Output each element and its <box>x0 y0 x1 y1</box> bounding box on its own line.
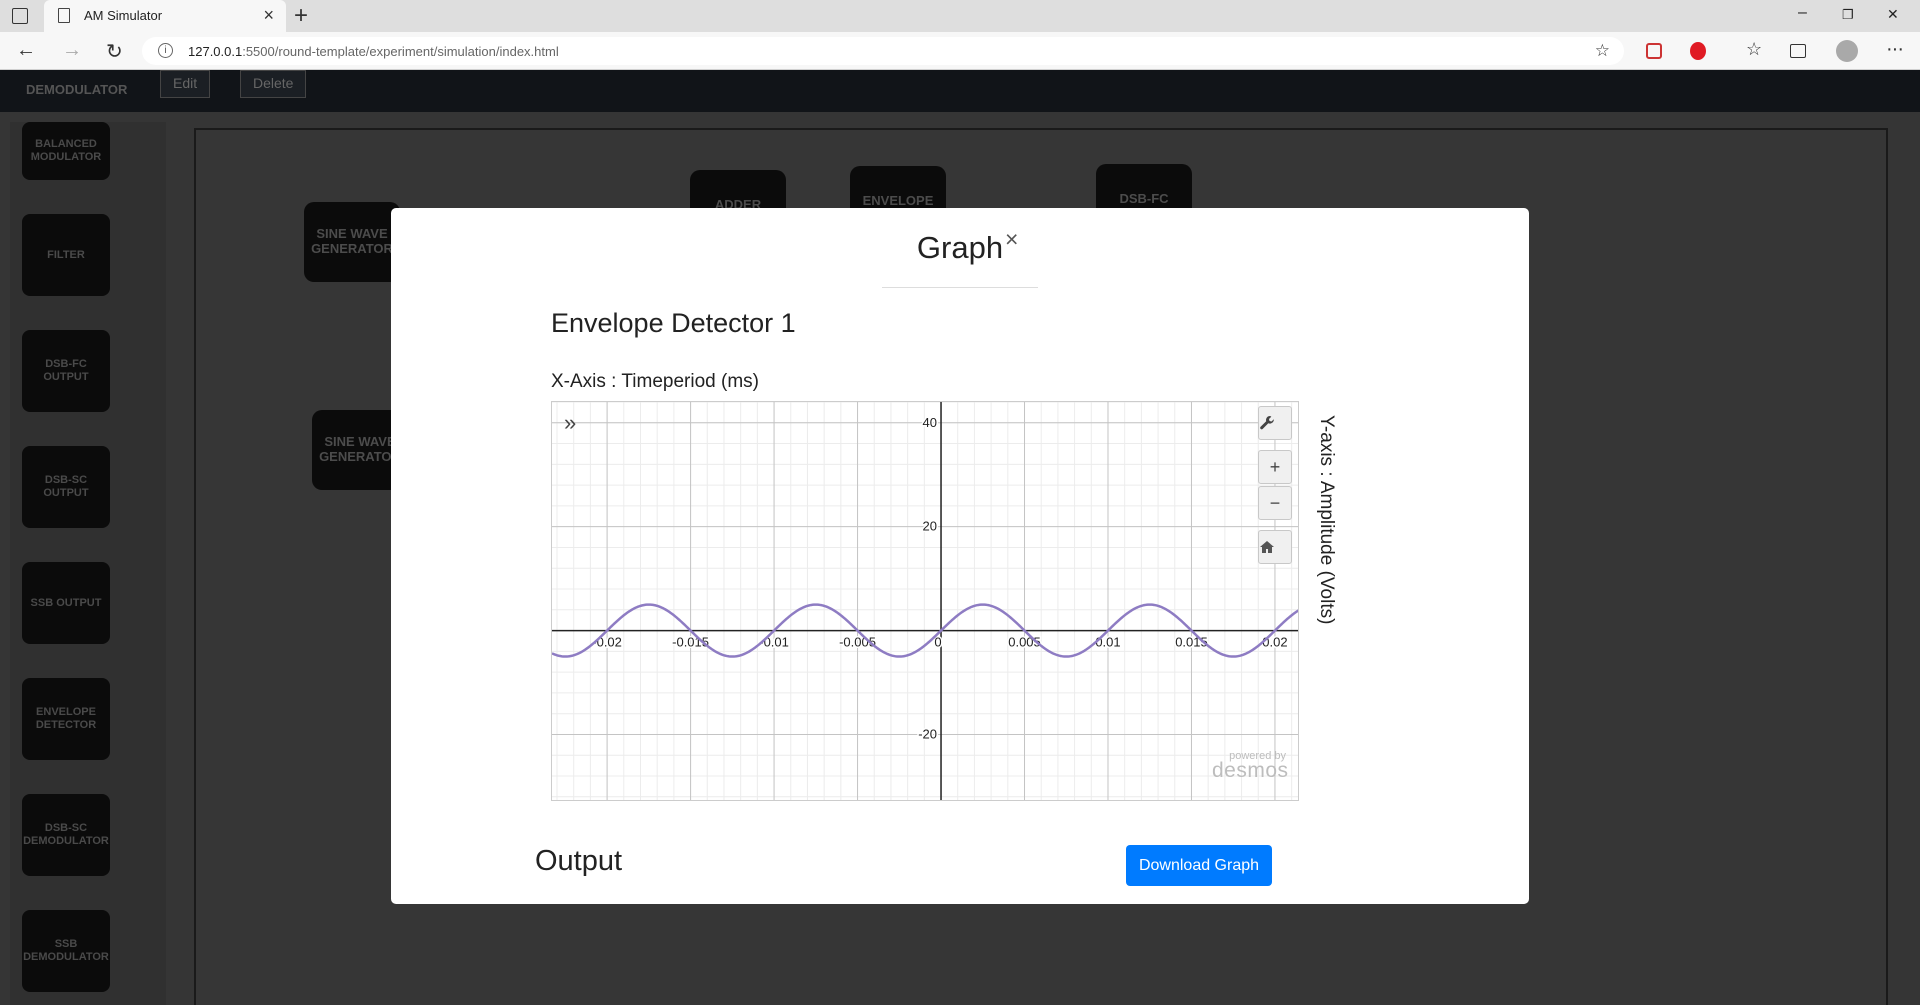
modal-close-button[interactable]: × <box>1005 226 1018 253</box>
zoom-in-button[interactable]: + <box>1258 450 1292 484</box>
x-tick-label: 0.01 <box>1095 635 1120 650</box>
extension-icon[interactable] <box>1646 43 1662 59</box>
app-logo: DEMODULATOR <box>26 82 128 97</box>
app-header: DEMODULATOR Edit Delete <box>0 70 1920 112</box>
sidebar-item-ssb-demodulator[interactable]: SSB DEMODULATOR <box>22 910 110 992</box>
sidebar-item-envelope-detector[interactable]: ENVELOPE DETECTOR <box>22 678 110 760</box>
y-tick-label: 40 <box>923 415 937 430</box>
sidebar-item-dsb-sc-demodulator[interactable]: DSB-SC DEMODULATOR <box>22 794 110 876</box>
url-text: 127.0.0.1:5500/round-template/experiment… <box>188 44 559 59</box>
sidebar-item-dsb-fc-output[interactable]: DSB-FC OUTPUT <box>22 330 110 412</box>
desmos-graph[interactable]: -0.02 -0.015 -0.01 -0.005 0 0.005 0.01 0.015 0.0… <box>551 401 1299 801</box>
download-graph-button[interactable]: Download Graph <box>1126 845 1272 886</box>
tab-close-icon[interactable]: × <box>263 5 274 26</box>
collections-icon[interactable] <box>1790 44 1806 58</box>
site-info-icon[interactable]: i <box>158 43 173 58</box>
minimize-icon[interactable]: – <box>1798 4 1807 22</box>
sidebar-item-balanced-modulator[interactable]: BALANCED MODULATOR <box>22 122 110 180</box>
graph-modal: Graph × Envelope Detector 1 X-Axis : Tim… <box>391 208 1529 904</box>
zoom-out-button[interactable]: − <box>1258 486 1292 520</box>
component-sidebar: BALANCED MODULATOR FILTER DSB-FC OUTPUT … <box>10 122 166 1005</box>
modal-title: Graph <box>916 230 1004 265</box>
opera-icon[interactable] <box>1690 42 1706 60</box>
more-menu-icon[interactable]: ··· <box>1886 38 1904 61</box>
title-divider <box>882 287 1038 288</box>
y-axis-label: Y-axis : Amplitude (Volts) <box>1316 415 1337 625</box>
address-toolbar: ← → ↻ i 127.0.0.1:5500/round-template/ex… <box>0 32 1920 70</box>
tab-title: AM Simulator <box>84 8 163 23</box>
x-tick-label: 0.02 <box>1262 635 1287 650</box>
node-sine-wave-generator-1[interactable]: SINE WAVE GENERATOR <box>304 202 400 282</box>
back-icon[interactable]: ← <box>16 39 36 62</box>
new-tab-button[interactable]: + <box>294 2 308 30</box>
wrench-icon[interactable] <box>1258 406 1292 440</box>
favorites-icon[interactable]: ☆ <box>1746 39 1762 60</box>
forward-icon[interactable]: → <box>62 39 82 62</box>
page-icon <box>58 8 70 23</box>
delete-button[interactable]: Delete <box>240 70 307 98</box>
edit-button[interactable]: Edit <box>160 70 211 98</box>
url-field[interactable]: i 127.0.0.1:5500/round-template/experime… <box>142 37 1624 65</box>
window-close-icon[interactable]: ✕ <box>1887 6 1899 23</box>
reload-icon[interactable]: ↻ <box>106 39 123 64</box>
expand-expressions-icon[interactable]: » <box>564 410 576 436</box>
graph-name: Envelope Detector 1 <box>551 308 796 338</box>
tab-actions-icon[interactable] <box>12 8 28 24</box>
favorite-star-icon[interactable]: ☆ <box>1595 41 1610 61</box>
sidebar-item-filter[interactable]: FILTER <box>22 214 110 296</box>
profile-avatar[interactable] <box>1836 40 1858 62</box>
y-tick-label: 20 <box>923 519 937 534</box>
home-icon[interactable] <box>1258 530 1292 564</box>
output-heading: Output <box>535 845 623 877</box>
browser-tab[interactable]: AM Simulator × <box>44 0 286 32</box>
sidebar-item-ssb-output[interactable]: SSB OUTPUT <box>22 562 110 644</box>
sidebar-item-dsb-sc-output[interactable]: DSB-SC OUTPUT <box>22 446 110 528</box>
restore-icon[interactable]: ❐ <box>1842 7 1854 23</box>
x-axis-label: X-Axis : Timeperiod (ms) <box>551 371 759 392</box>
plot-area[interactable]: -0.02 -0.015 -0.01 -0.005 0 0.005 0.01 0.015 0.0… <box>552 402 1299 801</box>
desmos-watermark: powered by desmos <box>1212 750 1289 782</box>
y-tick-label: -20 <box>918 726 937 741</box>
browser-tab-bar: AM Simulator × + – ❐ ✕ <box>0 0 1920 32</box>
